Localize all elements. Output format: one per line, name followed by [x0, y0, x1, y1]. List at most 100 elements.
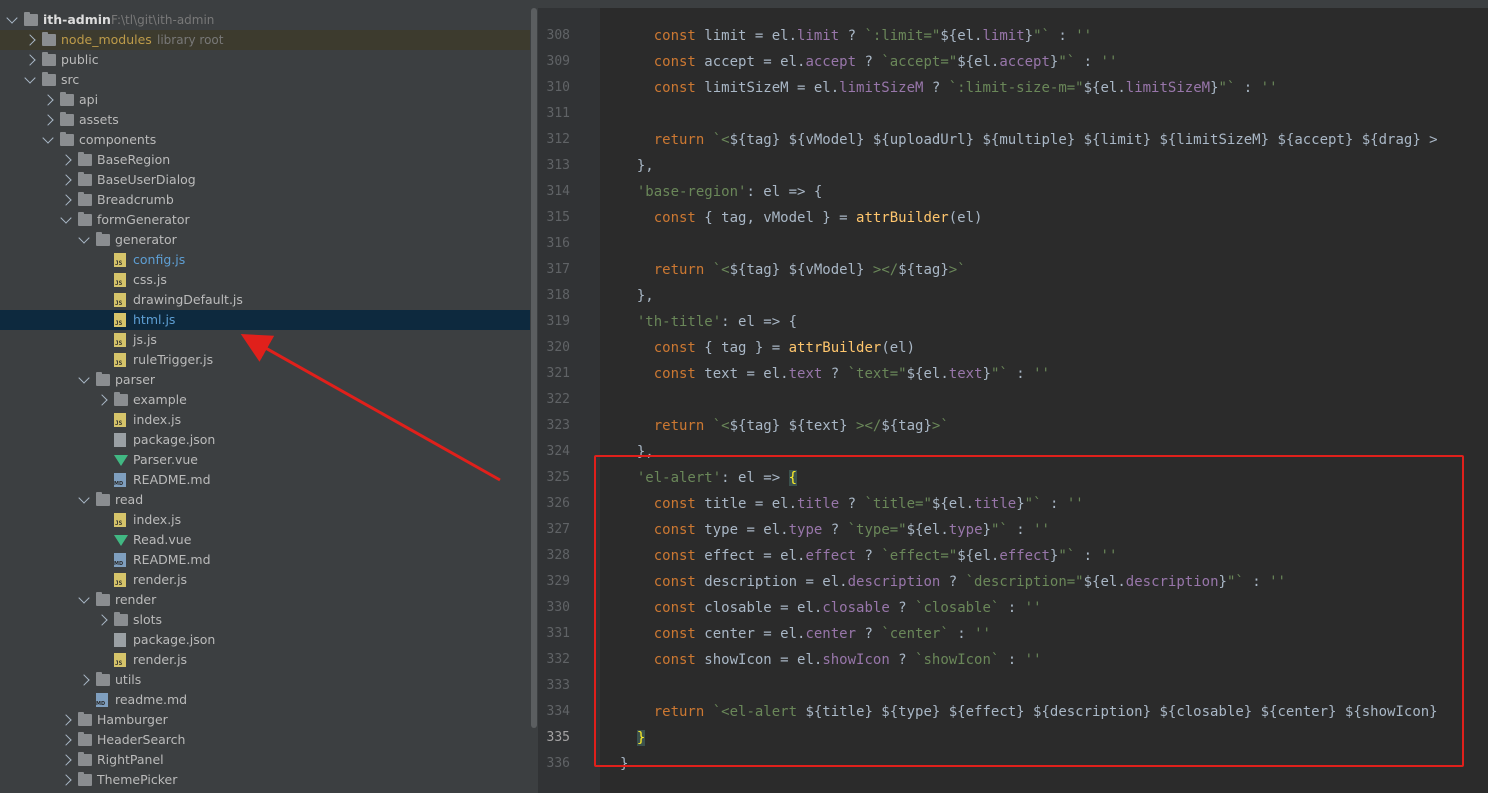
- chevron-right-icon[interactable]: [60, 714, 72, 726]
- tree-item-config-js[interactable]: config.js: [0, 250, 530, 270]
- tree-item-js-js[interactable]: js.js: [0, 330, 530, 350]
- code-token: '': [1260, 80, 1278, 96]
- tree-item-css-js[interactable]: css.js: [0, 270, 530, 290]
- code-line[interactable]: return `<${tag} ${vModel} ></${tag}>`: [600, 257, 1488, 283]
- tree-item-utils[interactable]: utils: [0, 670, 530, 690]
- tree-item-render-js[interactable]: render.js: [0, 570, 530, 590]
- code-token: const: [653, 366, 705, 382]
- md-file-icon: [96, 693, 108, 707]
- code-line[interactable]: const limit = el.limit ? `:limit="${el.l…: [600, 23, 1488, 49]
- tree-item-render[interactable]: render: [0, 590, 530, 610]
- tree-item-read[interactable]: read: [0, 490, 530, 510]
- chevron-right-icon[interactable]: [78, 674, 90, 686]
- chevron-right-icon[interactable]: [60, 774, 72, 786]
- code-line[interactable]: },: [600, 153, 1488, 179]
- tree-root-row[interactable]: ith-admin F:\tl\git\ith-admin: [0, 10, 530, 30]
- code-token: limit: [982, 28, 1025, 44]
- tree-item-components[interactable]: components: [0, 130, 530, 150]
- json-file-icon: [114, 433, 126, 447]
- tree-item-generator[interactable]: generator: [0, 230, 530, 250]
- vue-file-icon: [114, 455, 128, 466]
- chevron-right-icon[interactable]: [60, 734, 72, 746]
- code-token: return: [653, 262, 713, 278]
- code-line[interactable]: },: [600, 283, 1488, 309]
- chevron-right-icon[interactable]: [24, 34, 36, 46]
- code-token: ${: [1083, 80, 1101, 96]
- code-line[interactable]: const accept = el.accept ? `accept="${el…: [600, 49, 1488, 75]
- code-line[interactable]: const text = el.text ? `text="${el.text}…: [600, 361, 1488, 387]
- tree-item-label: utils: [115, 672, 142, 687]
- code-line[interactable]: const { tag, vModel } = attrBuilder(el): [600, 205, 1488, 231]
- code-token: "`: [1033, 28, 1050, 44]
- code-line[interactable]: 'base-region': el => {: [600, 179, 1488, 205]
- tree-item-hamburger[interactable]: Hamburger: [0, 710, 530, 730]
- tree-item-drawingdefault-js[interactable]: drawingDefault.js: [0, 290, 530, 310]
- code-line[interactable]: return `<${tag} ${text} ></${tag}>`: [600, 413, 1488, 439]
- tree-item-parser[interactable]: parser: [0, 370, 530, 390]
- tree-item-formgenerator[interactable]: formGenerator: [0, 210, 530, 230]
- chevron-right-icon[interactable]: [60, 194, 72, 206]
- tree-item-themepicker[interactable]: ThemePicker: [0, 770, 530, 790]
- tree-item-example[interactable]: example: [0, 390, 530, 410]
- tree-item-src[interactable]: src: [0, 70, 530, 90]
- tree-item-baseuserdialog[interactable]: BaseUserDialog: [0, 170, 530, 190]
- tree-item-index-js[interactable]: index.js: [0, 510, 530, 530]
- tree-item-package-json[interactable]: package.json: [0, 630, 530, 650]
- line-number: 332: [546, 652, 570, 667]
- chevron-down-icon[interactable]: [42, 132, 54, 144]
- code-line[interactable]: const limitSizeM = el.limitSizeM ? `:lim…: [600, 75, 1488, 101]
- chevron-down-icon[interactable]: [78, 232, 90, 244]
- chevron-right-icon[interactable]: [96, 394, 108, 406]
- tree-item-api[interactable]: api: [0, 90, 530, 110]
- code-token: `<: [712, 132, 730, 148]
- tree-item-readme-md[interactable]: README.md: [0, 550, 530, 570]
- code-line[interactable]: [600, 231, 1488, 257]
- code-token: limit: [797, 28, 840, 44]
- code-line[interactable]: [600, 387, 1488, 413]
- tree-item-assets[interactable]: assets: [0, 110, 530, 130]
- tree-item-index-js[interactable]: index.js: [0, 410, 530, 430]
- code-line[interactable]: return `<${tag} ${vModel} ${uploadUrl} $…: [600, 127, 1488, 153]
- tree-item-package-json[interactable]: package.json: [0, 430, 530, 450]
- tree-item-ruletrigger-js[interactable]: ruleTrigger.js: [0, 350, 530, 370]
- chevron-right-icon[interactable]: [42, 114, 54, 126]
- project-tree-panel: ith-admin F:\tl\git\ith-admin node_modul…: [0, 8, 530, 793]
- chevron-right-icon[interactable]: [42, 94, 54, 106]
- chevron-right-icon[interactable]: [96, 614, 108, 626]
- code-line[interactable]: [600, 101, 1488, 127]
- code-token: const: [653, 340, 705, 356]
- tree-item-headersearch[interactable]: HeaderSearch: [0, 730, 530, 750]
- tree-item-public[interactable]: public: [0, 50, 530, 70]
- line-number: 330: [546, 600, 570, 615]
- tree-item-render-js[interactable]: render.js: [0, 650, 530, 670]
- chevron-right-icon[interactable]: [60, 754, 72, 766]
- chevron-down-icon[interactable]: [78, 492, 90, 504]
- code-line[interactable]: const { tag } = attrBuilder(el): [600, 335, 1488, 361]
- tree-item-label: api: [79, 92, 99, 107]
- code-line[interactable]: 'th-title': el => {: [600, 309, 1488, 335]
- chevron-down-icon[interactable]: [6, 12, 18, 24]
- tree-item-readme-md[interactable]: README.md: [0, 470, 530, 490]
- chevron-down-icon[interactable]: [60, 212, 72, 224]
- tree-item-breadcrumb[interactable]: Breadcrumb: [0, 190, 530, 210]
- code-token: el.: [1100, 80, 1126, 96]
- line-number: 328: [546, 548, 570, 563]
- chevron-down-icon[interactable]: [78, 592, 90, 604]
- tree-item-parser-vue[interactable]: Parser.vue: [0, 450, 530, 470]
- chevron-right-icon[interactable]: [60, 154, 72, 166]
- code-token: limit = el.: [704, 28, 798, 44]
- chevron-down-icon[interactable]: [78, 372, 90, 384]
- tree-item-node-modules[interactable]: node_modules library root: [0, 30, 530, 50]
- tree-item-rightpanel[interactable]: RightPanel: [0, 750, 530, 770]
- tree-item-read-vue[interactable]: Read.vue: [0, 530, 530, 550]
- tree-item-html-js[interactable]: html.js: [0, 310, 530, 330]
- chevron-right-icon[interactable]: [60, 174, 72, 186]
- tree-item-slots[interactable]: slots: [0, 610, 530, 630]
- chevron-right-icon[interactable]: [24, 54, 36, 66]
- code-token: `:limit=": [864, 28, 941, 44]
- tree-item-readme-md[interactable]: readme.md: [0, 690, 530, 710]
- chevron-down-icon[interactable]: [24, 72, 36, 84]
- tree-item-label: Breadcrumb: [97, 192, 174, 207]
- tree-item-baseregion[interactable]: BaseRegion: [0, 150, 530, 170]
